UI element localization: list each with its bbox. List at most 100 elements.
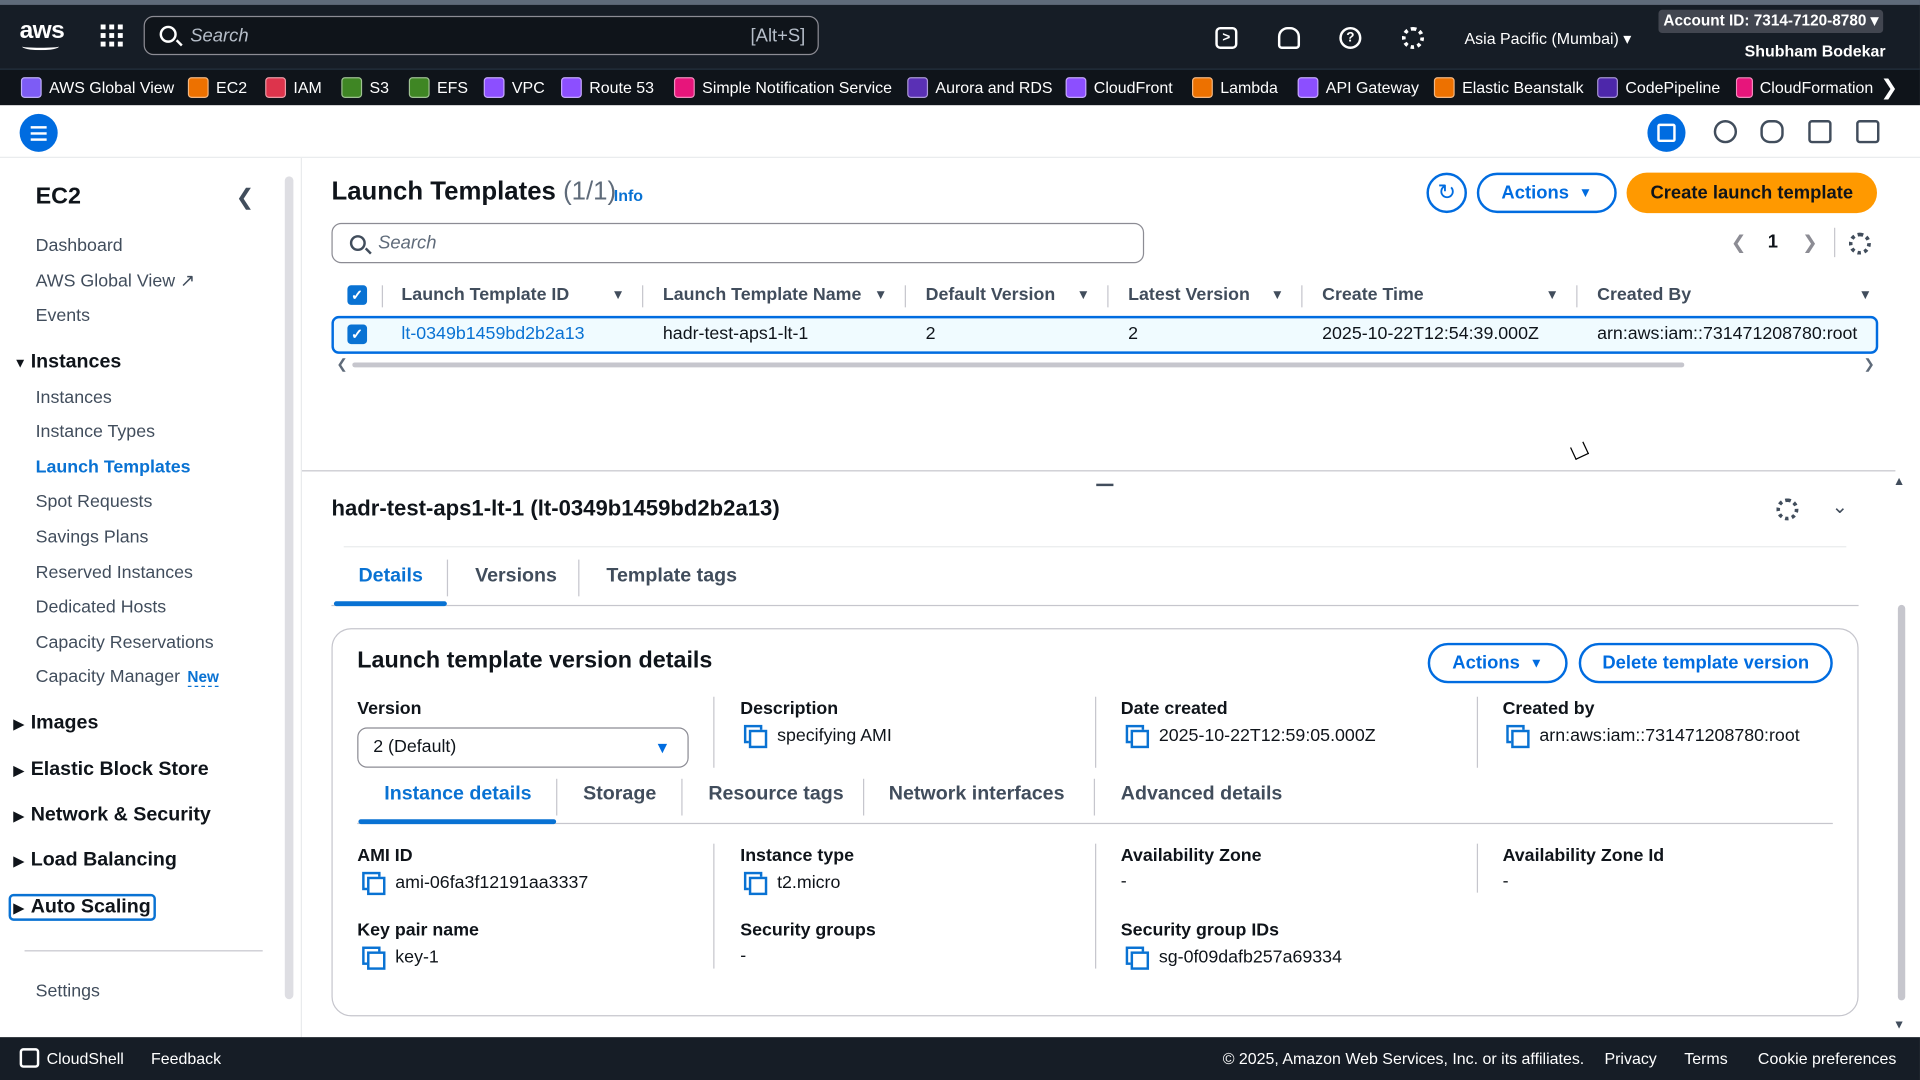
account-id[interactable]: Account ID: 7314-7120-8780 ▾ (1658, 9, 1884, 34)
column-header-created-by[interactable]: Created By (1597, 285, 1691, 305)
sidebar-item-launch-templates[interactable]: Launch Templates (36, 458, 191, 478)
hamburger-menu-icon[interactable] (19, 113, 58, 152)
next-page-icon[interactable]: ❯ (1802, 231, 1817, 254)
table-settings-icon[interactable] (1848, 232, 1871, 255)
info-link[interactable]: Info (614, 186, 643, 204)
cloudshell-icon[interactable] (19, 1048, 40, 1068)
tab-network-interfaces[interactable]: Network interfaces (889, 784, 1065, 806)
help-icon[interactable]: ? (1339, 26, 1362, 49)
sidebar-item-spot-requests[interactable]: Spot Requests (36, 492, 153, 512)
fav-aws-global-view[interactable]: AWS Global View (20, 77, 174, 98)
sidebar-item-global-view[interactable]: AWS Global View ↗ (36, 272, 195, 292)
resize-handle-icon[interactable] (1096, 483, 1114, 487)
copy-icon[interactable] (743, 871, 768, 896)
aws-logo[interactable]: aws (20, 17, 65, 54)
fav-ec2[interactable]: EC2 (187, 77, 247, 98)
sidebar-section-network-security[interactable]: ▶ Network & Security (14, 804, 211, 826)
sort-icon[interactable]: ▼ (874, 288, 887, 303)
sidebar-item-reserved-instances[interactable]: Reserved Instances (36, 563, 193, 583)
sort-icon[interactable]: ▼ (611, 288, 624, 303)
sidebar-item-instance-types[interactable]: Instance Types (36, 422, 155, 442)
tab-advanced-details[interactable]: Advanced details (1121, 784, 1283, 806)
copy-icon[interactable] (1125, 724, 1150, 749)
refresh-button[interactable]: ↻ (1426, 172, 1467, 214)
select-all-checkbox[interactable]: ✓ (347, 285, 368, 305)
cookie-preferences-link[interactable]: Cookie preferences (1758, 1049, 1896, 1067)
chevron-right-icon[interactable]: ❯ (1880, 76, 1897, 100)
fav-efs[interactable]: EFS (408, 77, 468, 98)
column-header-create-time[interactable]: Create Time (1322, 285, 1424, 305)
global-search-input[interactable]: Search [Alt+S] (143, 15, 819, 56)
version-actions-button[interactable]: Actions ▼ (1427, 642, 1568, 684)
region-selector[interactable]: Asia Pacific (Mumbai) ▾ (1465, 29, 1632, 49)
fav-s3[interactable]: S3 (341, 77, 389, 98)
sidebar-item-settings[interactable]: Settings (36, 982, 100, 1002)
tab-instance-details[interactable]: Instance details (384, 784, 531, 806)
fav-aurora-rds[interactable]: Aurora and RDS (907, 77, 1053, 98)
fav-lambda[interactable]: Lambda (1191, 77, 1278, 98)
services-grid-icon[interactable] (100, 24, 123, 47)
chevron-down-icon[interactable]: ⌄ (1832, 495, 1848, 519)
fav-vpc[interactable]: VPC (483, 77, 545, 98)
split-panel-icon[interactable] (1647, 113, 1686, 152)
copy-icon[interactable] (743, 724, 768, 749)
create-launch-template-button[interactable]: Create launch template (1626, 172, 1878, 214)
sort-icon[interactable]: ▼ (1271, 288, 1284, 303)
table-search-input[interactable]: Search (331, 222, 1145, 264)
fav-codepipeline[interactable]: CodePipeline (1597, 77, 1720, 98)
fav-iam[interactable]: IAM (265, 77, 322, 98)
sort-icon[interactable]: ▼ (1546, 288, 1559, 303)
actions-button[interactable]: Actions ▼ (1476, 172, 1617, 214)
column-header-latest-version[interactable]: Latest Version (1128, 285, 1250, 305)
table-horizontal-scrollbar[interactable] (352, 362, 1685, 368)
info-icon[interactable] (1713, 120, 1738, 144)
sidebar-section-ebs[interactable]: ▶ Elastic Block Store (14, 759, 209, 781)
sidebar-section-auto-scaling[interactable]: ▶ Auto Scaling (8, 893, 156, 921)
copy-icon[interactable] (362, 871, 386, 896)
fav-sns[interactable]: Simple Notification Service (673, 77, 892, 98)
fav-cloudfront[interactable]: CloudFront (1065, 77, 1173, 98)
sidebar-item-events[interactable]: Events (36, 306, 90, 326)
version-select[interactable]: 2 (Default) ▼ (357, 727, 689, 768)
tab-resource-tags[interactable]: Resource tags (708, 784, 843, 806)
cloudshell-icon[interactable]: > (1215, 26, 1238, 49)
copy-icon[interactable] (1125, 946, 1150, 970)
sidebar-item-capacity-reservations[interactable]: Capacity Reservations (36, 633, 214, 653)
dashboard-icon[interactable] (1856, 120, 1880, 144)
row-checkbox[interactable]: ✓ (347, 324, 368, 345)
collapse-sidebar-icon[interactable]: ❮ (236, 185, 255, 211)
copy-icon[interactable] (1506, 724, 1530, 749)
user-name[interactable]: Shubham Bodekar (1745, 42, 1886, 60)
fav-cloudformation[interactable]: CloudFormation (1735, 77, 1873, 98)
tab-template-tags[interactable]: Template tags (606, 566, 737, 588)
scroll-up-icon[interactable]: ▲ (1893, 475, 1905, 488)
column-header-template-name[interactable]: Launch Template Name (663, 285, 862, 305)
copy-icon[interactable] (362, 946, 386, 970)
shield-icon[interactable] (1760, 120, 1784, 144)
feedback-link[interactable]: Feedback (151, 1049, 221, 1067)
privacy-link[interactable]: Privacy (1604, 1049, 1656, 1067)
panel-scrollbar[interactable] (1897, 604, 1906, 1001)
fav-elastic-beanstalk[interactable]: Elastic Beanstalk (1433, 77, 1584, 98)
column-header-template-id[interactable]: Launch Template ID (401, 285, 569, 305)
gear-icon[interactable] (1401, 26, 1425, 49)
fav-route53[interactable]: Route 53 (561, 77, 654, 98)
split-panel-divider[interactable] (301, 470, 1896, 472)
template-id-link[interactable]: lt-0349b1459bd2b2a13 (401, 324, 584, 344)
sidebar-section-instances[interactable]: ▼ Instances (14, 351, 122, 373)
sort-icon[interactable]: ▼ (1077, 288, 1090, 303)
fav-api-gateway[interactable]: API Gateway (1297, 77, 1419, 98)
sidebar-section-load-balancing[interactable]: ▶ Load Balancing (14, 850, 177, 872)
terms-link[interactable]: Terms (1684, 1049, 1727, 1067)
page-number[interactable]: 1 (1768, 231, 1778, 252)
sidebar-item-instances[interactable]: Instances (36, 388, 112, 408)
bell-icon[interactable] (1277, 26, 1301, 49)
sidebar-item-dashboard[interactable]: Dashboard (36, 236, 123, 256)
scroll-left-icon[interactable]: ❮ (336, 356, 347, 373)
sort-icon[interactable]: ▼ (1859, 288, 1872, 303)
tab-details[interactable]: Details (358, 566, 422, 588)
prev-page-icon[interactable]: ❮ (1731, 231, 1746, 254)
tab-versions[interactable]: Versions (475, 566, 557, 588)
delete-template-version-button[interactable]: Delete template version (1578, 642, 1833, 684)
panel-settings-icon[interactable] (1776, 498, 1799, 521)
